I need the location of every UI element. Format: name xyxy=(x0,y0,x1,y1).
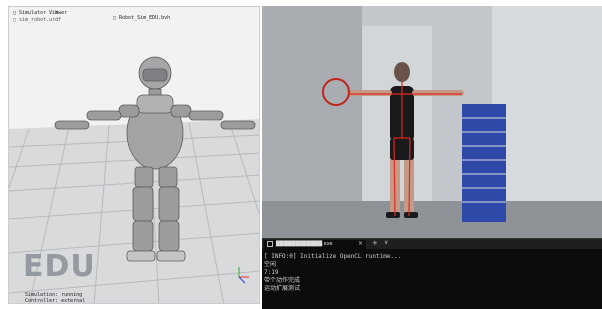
simulator-subtitle: □ sim_robot.urdf xyxy=(13,17,62,23)
equipment-rack xyxy=(462,104,506,222)
chevron-down-icon[interactable]: ∨ xyxy=(384,239,388,246)
close-icon[interactable]: × xyxy=(358,240,363,247)
terminal-line: 运动扩展测试 xyxy=(264,285,301,292)
terminal-window: ████████████.exe × + ∨ [ INFO:0] Initial… xyxy=(262,238,602,309)
terminal-tab[interactable]: ████████████.exe × xyxy=(264,240,366,249)
simulator-file-label: □ Robot_Sim_EDU.bvh xyxy=(113,15,171,21)
edu-logo: EDU xyxy=(23,249,96,284)
terminal-line: 带个动作完成 xyxy=(264,277,301,284)
terminal-line: [ INFO:0] Initialize OpenCL runtime... xyxy=(264,253,402,260)
terminal-line: 7:19 xyxy=(264,269,279,276)
terminal-output[interactable]: [ INFO:0] Initialize OpenCL runtime... 空… xyxy=(264,253,600,293)
terminal-line: 空闲 xyxy=(264,261,277,268)
camera-feed xyxy=(262,6,602,238)
simulator-title: □ Simulator Viewer xyxy=(13,10,68,16)
camera-image xyxy=(262,6,602,238)
terminal-icon xyxy=(267,241,273,247)
terminal-tab-bar: ████████████.exe × + ∨ xyxy=(262,239,602,249)
simulator-window: × □ Simulator Viewer □ sim_robot.urdf □ … xyxy=(8,6,260,304)
simulator-info-line: Controller: external xyxy=(25,298,86,304)
terminal-tab-label: ████████████.exe xyxy=(276,241,333,247)
new-tab-button[interactable]: + xyxy=(372,239,378,247)
